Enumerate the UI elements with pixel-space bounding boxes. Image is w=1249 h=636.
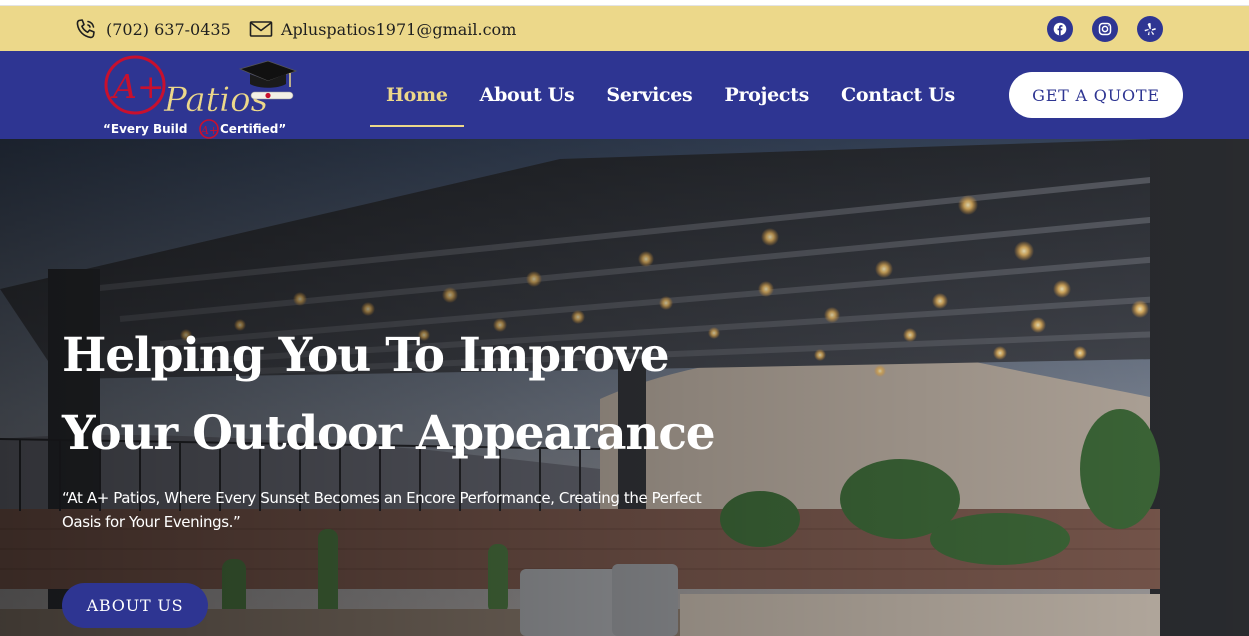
email-address[interactable]: Apluspatios1971@gmail.com: [281, 20, 516, 39]
about-us-button[interactable]: ABOUT US: [62, 583, 208, 628]
email-contact[interactable]: Apluspatios1971@gmail.com: [249, 6, 516, 52]
logo-tagline-left: “Every Build: [103, 122, 187, 136]
phone-contact[interactable]: (702) 637-0435: [74, 6, 231, 52]
mail-icon: [249, 20, 273, 38]
social-links: [1047, 16, 1163, 42]
hero-section: Helping You To Improve Your Outdoor Appe…: [0, 139, 1249, 636]
get-a-quote-button[interactable]: GET A QUOTE: [1009, 72, 1183, 118]
instagram-icon[interactable]: [1092, 16, 1118, 42]
hero-subtitle: “At A+ Patios, Where Every Sunset Become…: [62, 489, 702, 531]
nav-item-about-us[interactable]: About Us: [464, 84, 591, 106]
nav-item-home[interactable]: Home: [370, 84, 464, 127]
phone-icon: [74, 17, 98, 41]
logo-name: Patios: [163, 80, 268, 120]
primary-nav: Home About Us Services Projects Contact …: [370, 51, 971, 139]
site-logo[interactable]: A+ Patios “Every Build A+ Certified”: [100, 53, 300, 139]
hero-title-line-2: Your Outdoor Appearance: [62, 406, 716, 461]
logo-mark: A+: [110, 67, 164, 106]
nav-item-projects[interactable]: Projects: [708, 84, 825, 106]
main-navbar: A+ Patios “Every Build A+ Certified” Hom…: [0, 51, 1249, 139]
nav-item-contact-us[interactable]: Contact Us: [825, 84, 971, 106]
contact-bar: (702) 637-0435 Apluspatios1971@gmail.com: [0, 5, 1249, 51]
hero-title-line-1: Helping You To Improve: [62, 328, 670, 383]
logo-tagline-right: Certified”: [220, 122, 286, 136]
facebook-icon[interactable]: [1047, 16, 1073, 42]
yelp-icon[interactable]: [1137, 16, 1163, 42]
phone-number[interactable]: (702) 637-0435: [106, 20, 231, 39]
hero-title: Helping You To Improve Your Outdoor Appe…: [62, 317, 762, 473]
nav-item-services[interactable]: Services: [590, 84, 708, 106]
logo-tagline-mark: A+: [200, 124, 218, 137]
